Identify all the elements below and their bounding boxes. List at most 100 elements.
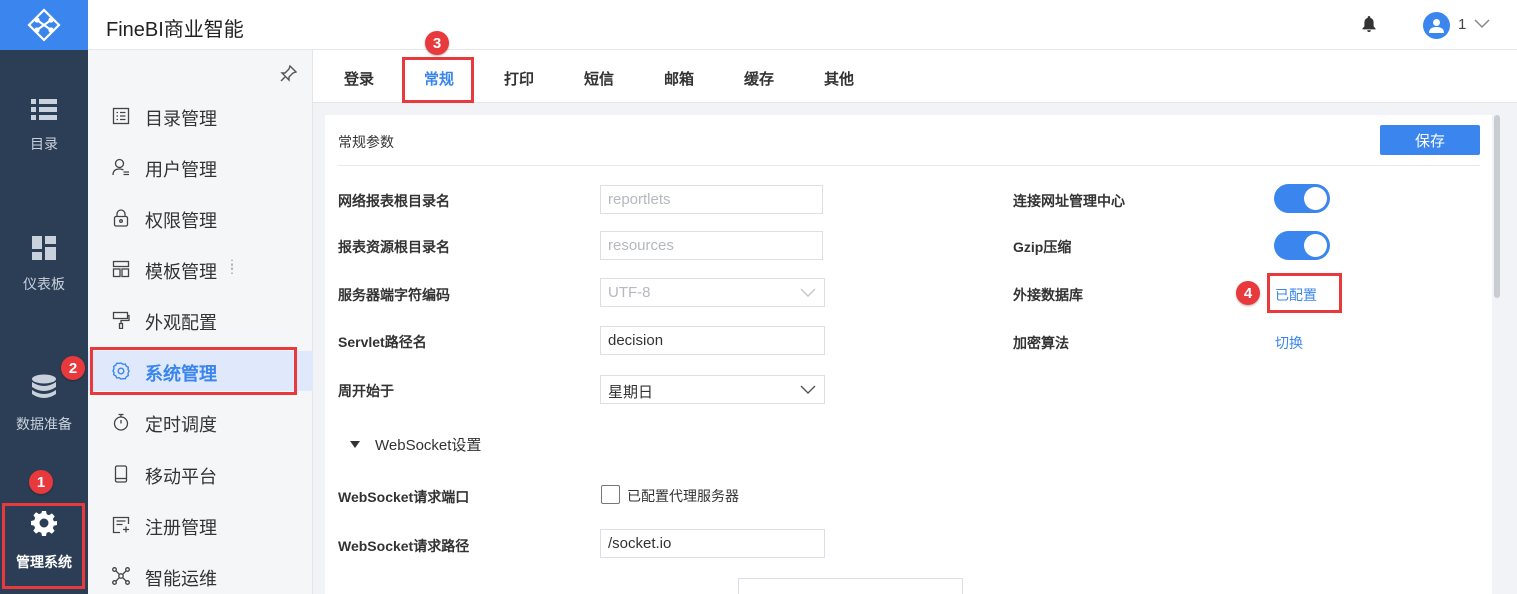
- user-avatar-icon: [1429, 19, 1444, 33]
- url-center-label: 连接网址管理中心: [1013, 193, 1125, 209]
- catalog-icon: [112, 107, 130, 125]
- ext-db-label: 外接数据库: [1013, 287, 1083, 303]
- highlight-management: [2, 503, 85, 589]
- submenu-item-schedule[interactable]: 定时调度: [88, 402, 313, 442]
- chevron-down-icon: [800, 385, 816, 394]
- chevron-down-icon: [800, 288, 816, 297]
- url-center-toggle[interactable]: [1274, 184, 1330, 213]
- brush-icon: [112, 311, 130, 329]
- highlight-general-tab: [402, 57, 474, 103]
- dashboard-icon: [32, 236, 56, 260]
- week-start-label: 周开始于: [338, 383, 394, 399]
- timer-icon: [113, 413, 129, 431]
- section-title: 常规参数: [338, 134, 394, 150]
- encrypt-label: 加密算法: [1013, 335, 1069, 351]
- scrollbar[interactable]: [1492, 115, 1502, 580]
- mobile-icon: [114, 465, 128, 483]
- step-badge-4: 4: [1236, 281, 1260, 305]
- system-submenu: 目录管理 用户管理 权限管理 模板管理 外观配置 系统管理 定时调度 移动平台 …: [88, 50, 313, 594]
- toggle-knob: [1304, 187, 1327, 210]
- divider: [338, 165, 1480, 166]
- username[interactable]: 1: [1458, 16, 1466, 33]
- submenu-label: 目录管理: [145, 109, 217, 129]
- top-header: FineBI商业智能 1: [88, 0, 1517, 50]
- encoding-select: UTF-8: [600, 278, 825, 307]
- submenu-label: 权限管理: [145, 211, 217, 231]
- submenu-item-permissions[interactable]: 权限管理: [88, 198, 313, 238]
- encrypt-switch-link[interactable]: 切换: [1275, 333, 1303, 353]
- rail-item-dashboard[interactable]: 仪表板: [0, 236, 88, 294]
- tab-other[interactable]: 其他: [824, 68, 854, 89]
- submenu-item-users[interactable]: 用户管理: [88, 147, 313, 187]
- tab-print[interactable]: 打印: [504, 68, 534, 89]
- bell-icon[interactable]: [1362, 16, 1376, 32]
- chevron-down-icon[interactable]: [1474, 19, 1490, 29]
- ws-port-label: WebSocket请求端口: [338, 489, 470, 505]
- proxy-checkbox-label[interactable]: 已配置代理服务器: [627, 486, 739, 506]
- avatar[interactable]: [1423, 12, 1450, 39]
- submenu-item-templates[interactable]: 模板管理: [88, 249, 313, 289]
- pin-icon[interactable]: [280, 64, 298, 82]
- logo-icon: [27, 8, 61, 42]
- proxy-checkbox[interactable]: [601, 485, 620, 504]
- rail-item-data-prep[interactable]: 数据准备: [0, 374, 88, 434]
- submenu-item-appearance[interactable]: 外观配置: [88, 300, 313, 340]
- websocket-header-label: WebSocket设置: [375, 437, 482, 454]
- submenu-item-ops[interactable]: 智能运维: [88, 556, 313, 594]
- submenu-label: 定时调度: [145, 415, 217, 435]
- tab-login[interactable]: 登录: [344, 68, 374, 89]
- servlet-label: Servlet路径名: [338, 334, 427, 350]
- submenu-item-mobile[interactable]: 移动平台: [88, 454, 313, 494]
- step-badge-2: 2: [61, 356, 85, 380]
- tab-cache[interactable]: 缓存: [744, 68, 774, 89]
- highlight-system: [90, 347, 297, 395]
- report-root-label: 网络报表根目录名: [338, 193, 450, 209]
- user-icon: [112, 158, 129, 176]
- list-icon: [31, 99, 57, 120]
- caret-down-icon: [350, 440, 360, 448]
- submenu-label: 移动平台: [145, 467, 217, 487]
- submenu-label: 注册管理: [145, 518, 217, 538]
- gzip-toggle[interactable]: [1274, 231, 1330, 260]
- lock-icon: [113, 209, 129, 227]
- ws-path-label: WebSocket请求路径: [338, 538, 470, 554]
- submenu-label: 模板管理: [145, 262, 217, 282]
- logo[interactable]: [0, 0, 88, 50]
- encoding-value: UTF-8: [608, 284, 651, 301]
- week-start-value: 星期日: [608, 384, 654, 401]
- register-icon: [112, 516, 130, 534]
- next-field-edge: [738, 578, 963, 594]
- submenu-item-register[interactable]: 注册管理: [88, 505, 313, 545]
- submenu-item-catalog[interactable]: 目录管理: [88, 96, 313, 136]
- rail-label: 目录: [30, 136, 58, 152]
- database-icon: [32, 374, 56, 398]
- websocket-section-toggle[interactable]: WebSocket设置: [350, 434, 481, 455]
- template-icon: [112, 260, 130, 278]
- rail-item-catalog[interactable]: 目录: [0, 98, 88, 154]
- resize-handle[interactable]: ⋮ ⋮: [226, 258, 239, 275]
- week-start-select[interactable]: 星期日: [600, 375, 825, 404]
- gzip-label: Gzip压缩: [1013, 239, 1072, 255]
- app-title: FineBI商业智能: [106, 19, 244, 41]
- general-settings-panel: 常规参数 保存 网络报表根目录名 reportlets 报表资源根目录名 res…: [325, 115, 1492, 594]
- scrollbar-thumb[interactable]: [1494, 115, 1500, 298]
- encoding-label: 服务器端字符编码: [338, 287, 450, 303]
- save-button[interactable]: 保存: [1380, 125, 1480, 155]
- servlet-input[interactable]: decision: [600, 326, 825, 355]
- ws-path-input[interactable]: /socket.io: [600, 529, 825, 558]
- tab-email[interactable]: 邮箱: [664, 68, 694, 89]
- submenu-label: 用户管理: [145, 160, 217, 180]
- resource-root-input: resources: [600, 231, 823, 260]
- toggle-knob: [1304, 234, 1327, 257]
- highlight-ext-db: [1267, 273, 1342, 313]
- step-badge-1: 1: [29, 470, 53, 494]
- tab-sms[interactable]: 短信: [584, 68, 614, 89]
- report-root-input: reportlets: [600, 185, 823, 214]
- network-icon: [112, 567, 130, 585]
- resource-root-label: 报表资源根目录名: [338, 239, 450, 255]
- submenu-label: 外观配置: [145, 313, 217, 333]
- settings-tabs: 登录 常规 打印 短信 邮箱 缓存 其他: [313, 50, 1517, 103]
- rail-label: 数据准备: [16, 416, 72, 432]
- rail-label: 仪表板: [23, 276, 65, 292]
- submenu-label: 智能运维: [145, 569, 217, 589]
